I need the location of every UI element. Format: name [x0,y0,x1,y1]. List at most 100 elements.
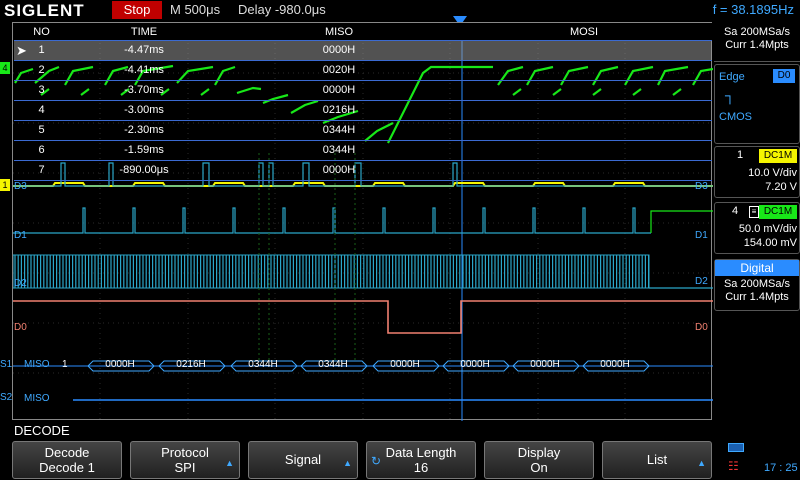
battery-icon: ≡ [749,206,759,218]
cell-no: 4 [38,104,45,116]
softkey-1[interactable]: Decode Decode 1 [12,441,122,479]
system-clock: 17 : 25 [764,462,798,474]
bus1-first-value: 1 [62,359,68,370]
bus-packet-value: 0000H [390,359,420,370]
bus1-name: MISO [24,359,50,370]
cell-miso: 0000H [322,164,356,176]
softkey-5[interactable]: Display On [484,441,594,479]
cell-miso: 0344H [322,124,356,136]
bus-packet-value: 0000H [460,359,490,370]
ch1-offset: 7.20 V [765,181,797,193]
label-d1: D1 [14,230,27,241]
dropdown-arrow-icon: ▲ [697,458,706,468]
table-row[interactable]: 7 -890.00μs 0000H [14,161,712,181]
softkey-2[interactable]: Protocol SPI ▲ [130,441,240,479]
label-s1: S1 [0,359,13,370]
delay-readout[interactable]: Delay -980.0μs [238,2,326,17]
softkey-label: Display [517,445,561,460]
softkey-label: Data Length [385,445,457,460]
decode-list-table: NO TIME MISO MOSI ➤ 1 -4.47ms 0000H 2 -4.4… [14,23,712,183]
bus-packet-value: 0000H [600,359,630,370]
battery-status-icon [728,443,744,452]
bus-packet-value: 0000H [530,359,560,370]
ch1-coupling: DC1M [759,149,797,163]
ch4-coupling: DC1M [759,205,797,219]
cell-no: 2 [38,64,45,76]
frequency-counter: f = 38.1895Hz [712,2,794,17]
softkey-value: SPI [174,460,196,475]
ch4-number: 4 [731,205,739,217]
bus-packet-value: 0216H [176,359,206,370]
cell-time: -4.41ms [124,64,164,76]
trigger-panel[interactable]: Edge D0 ┐ CMOS [714,64,800,144]
softkey-value: 16 [413,460,429,475]
memory-depth: Curr 1.4Mpts [725,39,789,51]
softkey-label: Protocol [161,445,209,460]
table-row[interactable]: ➤ 1 -4.47ms 0000H [14,41,712,61]
softkey-label: Decode [44,445,90,460]
softkey-value: On [530,460,548,475]
label-d2-right: D2 [695,276,708,287]
sample-rate: Sa 200MSa/s [723,26,791,38]
ch1-marker[interactable]: 1 [0,179,10,191]
ch4-panel[interactable]: 4 ≡ DC1M 50.0 mV/div 154.00 mV [714,202,800,254]
softkey-6[interactable]: List ▲ [602,441,712,479]
dropdown-arrow-icon: ▲ [343,458,352,468]
rising-edge-icon: ┐ [725,87,735,103]
brand-logo: SIGLENT [4,1,85,20]
col-miso: MISO [324,26,354,38]
table-header: NO TIME MISO MOSI [14,23,712,41]
ch1-vdiv: 10.0 V/div [748,167,797,179]
table-row[interactable]: 6 -1.59ms 0344H [14,141,712,161]
cell-miso: 0000H [322,44,356,56]
table-row[interactable]: 4 -3.00ms 0216H [14,101,712,121]
cell-time: -3.00ms [124,104,164,116]
label-d0: D0 [14,322,27,333]
cell-miso: 0216H [322,104,356,116]
table-row[interactable]: 3 -3.70ms 0000H [14,81,712,101]
softkey-3[interactable]: Signal ▲ [248,441,358,479]
bus-packet-value: 0000H [105,359,135,370]
ch4-marker[interactable]: 4 [0,62,10,74]
ch1-panel[interactable]: 1 DC1M 10.0 V/div 7.20 V [714,146,800,198]
trigger-type: Edge [719,71,745,83]
timebase-readout[interactable]: M 500μs [170,2,220,17]
table-row[interactable]: 5 -2.30ms 0344H [14,121,712,141]
run-stop-indicator[interactable]: Stop [112,1,162,19]
digital-title: Digital [715,260,799,276]
softkey-value: Decode 1 [39,460,95,475]
oscilloscope-screen: SIGLENT Stop M 500μs Delay -980.0μs f = … [0,0,800,480]
cell-miso: 0344H [322,144,356,156]
cell-time: -1.59ms [124,144,164,156]
sample-info: Sa 200MSa/s Curr 1.4Mpts [714,22,800,62]
menu-title: DECODE [14,423,70,438]
rotate-knob-icon: ↻ [371,454,382,468]
cell-no: 3 [38,84,45,96]
cell-time: -3.70ms [124,84,164,96]
softkey-4[interactable]: Data Length 16 ↻ [366,441,476,479]
col-no: NO [33,26,50,38]
cell-no: 5 [38,124,45,136]
dropdown-arrow-icon: ▲ [225,458,234,468]
cell-no: 1 [38,44,45,56]
bus-packet-value: 0344H [318,359,348,370]
table-row[interactable]: 2 -4.41ms 0020H [14,61,712,81]
col-time: TIME [130,26,158,38]
network-icon: ☷ [728,459,739,473]
cell-no: 6 [38,144,45,156]
label-d0-right: D0 [695,322,708,333]
label-d1-right: D1 [695,230,708,241]
ch1-number: 1 [736,149,744,161]
softkey-label: List [646,452,668,467]
cell-time: -2.30ms [124,124,164,136]
col-mosi: MOSI [569,26,599,38]
digital-curr: Curr 1.4Mpts [725,291,789,303]
ch4-offset: 154.00 mV [743,237,797,249]
label-d3-right: D3 [695,181,708,192]
ch4-vdiv: 50.0 mV/div [738,223,797,235]
trigger-source: D0 [773,69,795,83]
label-d2: D2 [14,278,27,289]
digital-panel[interactable]: Digital Sa 200MSa/s Curr 1.4Mpts [714,259,800,311]
label-d3: D3 [14,181,27,192]
cell-miso: 0020H [322,64,356,76]
